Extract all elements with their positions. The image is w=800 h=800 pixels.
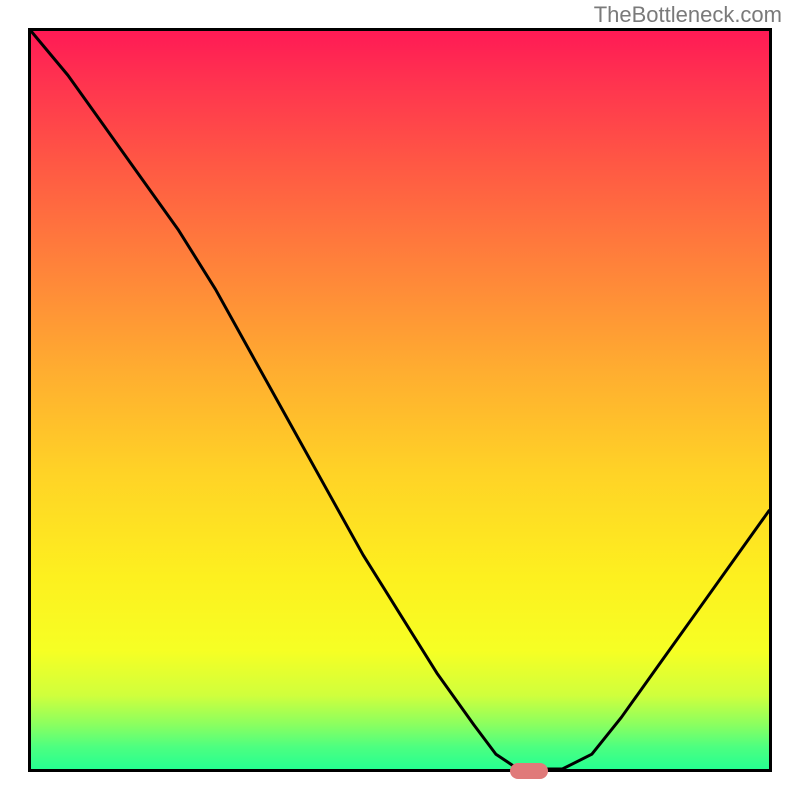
curve-line (31, 31, 769, 769)
optimum-marker (510, 763, 548, 779)
plot-area (28, 28, 772, 772)
watermark-text: TheBottleneck.com (594, 2, 782, 28)
